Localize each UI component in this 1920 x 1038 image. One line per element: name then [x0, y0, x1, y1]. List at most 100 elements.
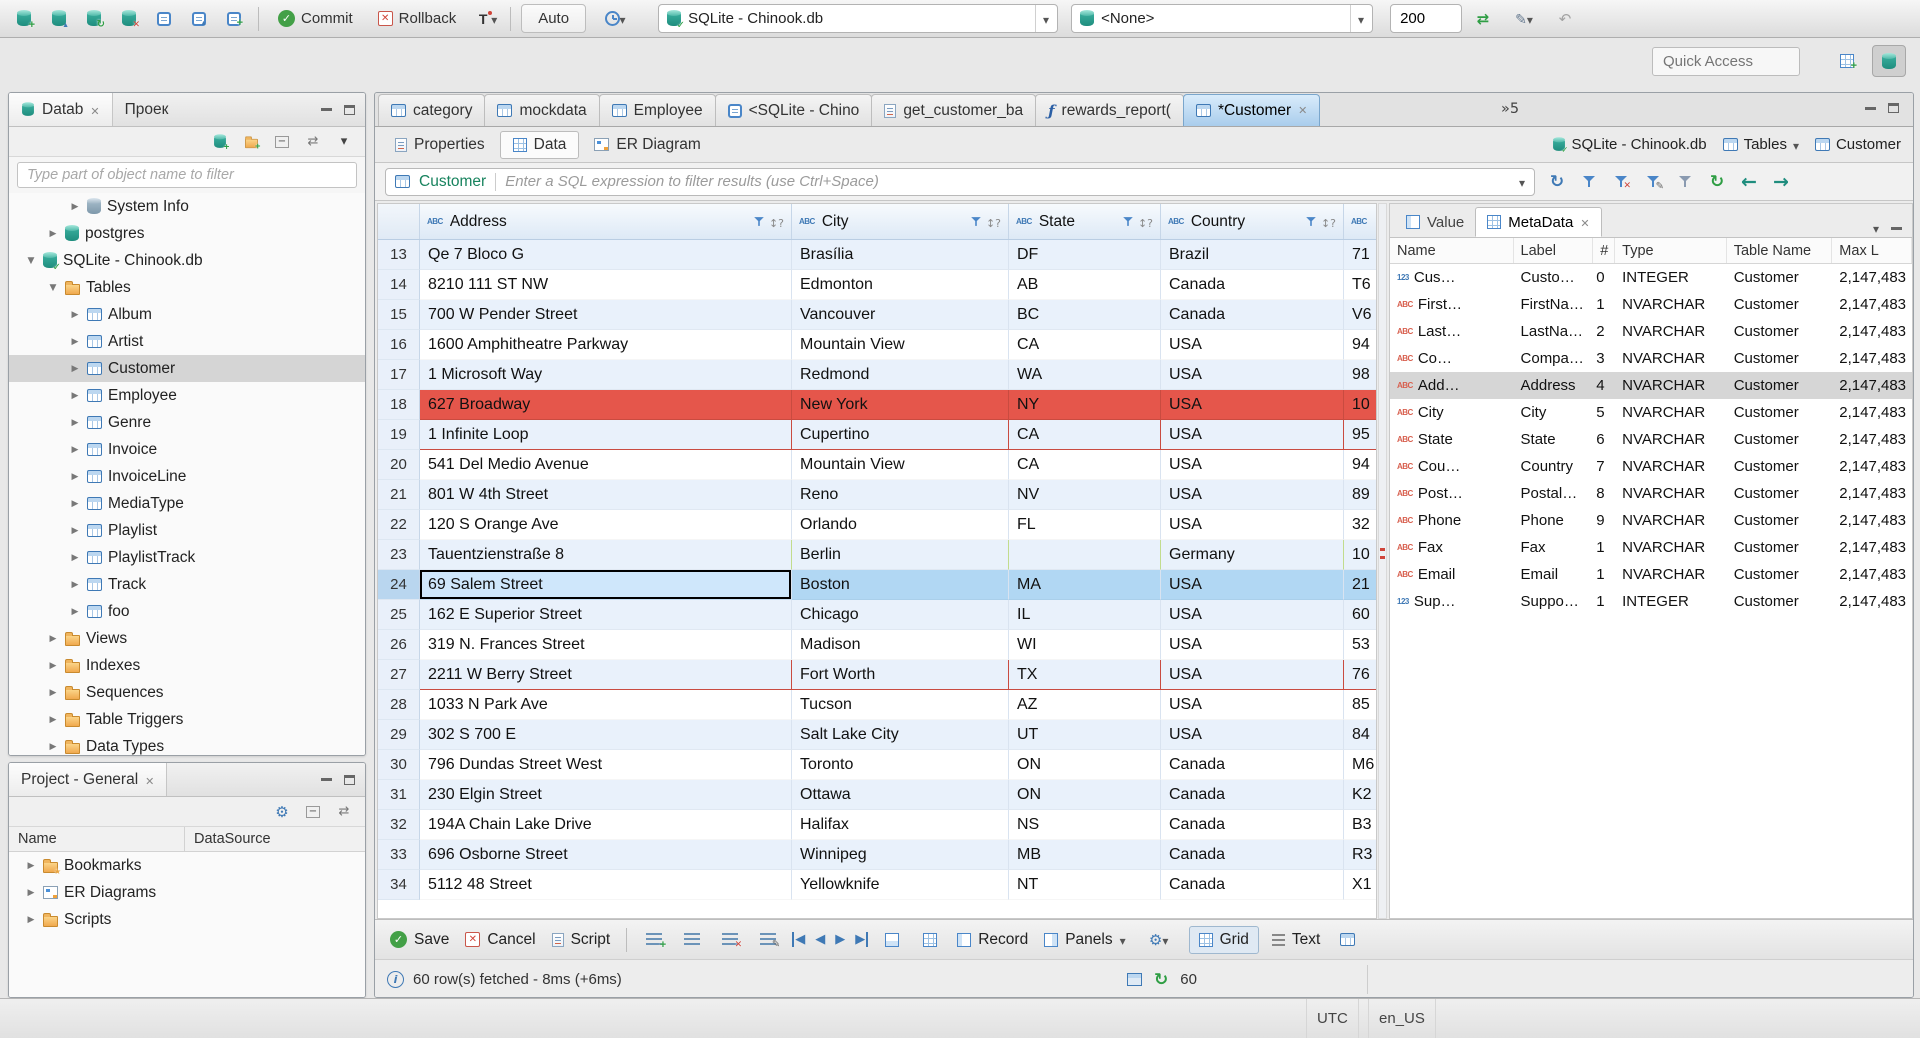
table-row[interactable]: 15 700 W Pender Street Vancouver BC Cana…: [378, 300, 1376, 330]
metadata-label-cell[interactable]: Fax: [1514, 534, 1594, 561]
commit-button[interactable]: Commit: [269, 5, 362, 33]
metadata-name-cell[interactable]: State: [1390, 426, 1514, 453]
expand-arrow-icon[interactable]: [69, 337, 81, 347]
grid-cell-state[interactable]: AZ: [1009, 690, 1161, 720]
metadata-label-cell[interactable]: FirstNa…: [1514, 291, 1594, 318]
tree-item[interactable]: Playlist: [9, 517, 365, 544]
grid-cell-address[interactable]: 2211 W Berry Street: [420, 660, 792, 690]
tree-item[interactable]: InvoiceLine: [9, 463, 365, 490]
grid-cell-address[interactable]: 627 Broadway: [420, 390, 792, 420]
metadata-table-cell[interactable]: Customer: [1727, 426, 1833, 453]
grid-cell-country[interactable]: USA: [1161, 720, 1344, 750]
tab-projects[interactable]: Проек: [113, 93, 181, 126]
auto-refresh-count[interactable]: 60: [1180, 971, 1197, 988]
metadata-row[interactable]: Co… Compa… 3 NVARCHAR Customer 2,147,483: [1390, 345, 1912, 372]
grid-cell-address[interactable]: 801 W 4th Street: [420, 480, 792, 510]
grid-cell-city[interactable]: Madison: [792, 630, 1009, 660]
grid-cell-city[interactable]: Mountain View: [792, 450, 1009, 480]
grid-cell-country[interactable]: Canada: [1161, 870, 1344, 900]
tree-item[interactable]: System Info: [9, 193, 365, 220]
grid-cell-state[interactable]: IL: [1009, 600, 1161, 630]
grid-cell-postal[interactable]: 10: [1344, 540, 1376, 570]
table-row[interactable]: 22 120 S Orange Ave Orlando FL USA 32: [378, 510, 1376, 540]
metadata-row[interactable]: Phone Phone 9 NVARCHAR Customer 2,147,48…: [1390, 507, 1912, 534]
new-connection-button[interactable]: [10, 5, 38, 33]
minimize-icon[interactable]: [321, 108, 332, 111]
panels-button[interactable]: Panels: [1041, 931, 1128, 949]
row-number-cell[interactable]: 19: [378, 420, 420, 450]
row-number-cell[interactable]: 20: [378, 450, 420, 480]
sort-indicator-icon[interactable]: [986, 213, 1001, 231]
sort-indicator-icon[interactable]: [1321, 213, 1336, 231]
row-number-cell[interactable]: 28: [378, 690, 420, 720]
metadata-label-cell[interactable]: Email: [1514, 561, 1594, 588]
context-container[interactable]: Tables: [1722, 136, 1799, 154]
row-number-cell[interactable]: 16: [378, 330, 420, 360]
open-sql-script-button[interactable]: [185, 5, 213, 33]
metadata-table-cell[interactable]: Customer: [1727, 453, 1833, 480]
table-row[interactable]: 34 5112 48 Street Yellowknife NT Canada …: [378, 870, 1376, 900]
grid-cell-postal[interactable]: R3: [1344, 840, 1376, 870]
metadata-type-cell[interactable]: NVARCHAR: [1615, 426, 1727, 453]
grid-cell-address[interactable]: 230 Elgin Street: [420, 780, 792, 810]
grid-cell-city[interactable]: Chicago: [792, 600, 1009, 630]
metadata-type-cell[interactable]: NVARCHAR: [1615, 534, 1727, 561]
metadata-name-cell[interactable]: Fax: [1390, 534, 1514, 561]
minimize-icon[interactable]: [321, 778, 332, 781]
sql-filter-input[interactable]: Customer Enter a SQL expression to filte…: [385, 167, 1535, 196]
script-button[interactable]: Script: [549, 931, 614, 949]
connection-selector[interactable]: SQLite - Chinook.db: [658, 4, 1059, 33]
grid-cell-state[interactable]: DF: [1009, 240, 1161, 270]
next-row-icon[interactable]: [835, 932, 845, 947]
undo-button[interactable]: [1551, 5, 1579, 33]
grid-cell-country[interactable]: USA: [1161, 360, 1344, 390]
grid-cell-state[interactable]: CA: [1009, 450, 1161, 480]
table-row[interactable]: 14 8210 111 ST NW Edmonton AB Canada T6: [378, 270, 1376, 300]
column-header[interactable]: Address: [420, 204, 792, 239]
expand-arrow-icon[interactable]: [47, 283, 59, 293]
row-number-cell[interactable]: 33: [378, 840, 420, 870]
metadata-name-cell[interactable]: Co…: [1390, 345, 1514, 372]
table-row[interactable]: 26 319 N. Frances Street Madison WI USA …: [378, 630, 1376, 660]
grid-cell-postal[interactable]: 53: [1344, 630, 1376, 660]
expand-arrow-icon[interactable]: [69, 418, 81, 428]
tree-item[interactable]: Sequences: [9, 679, 365, 706]
column-header-table-name[interactable]: Table Name: [1727, 238, 1833, 263]
funnel-icon[interactable]: [1305, 216, 1317, 227]
fetch-prev-icon[interactable]: [1739, 172, 1759, 192]
row-number-cell[interactable]: 13: [378, 240, 420, 270]
tree-item[interactable]: Table Triggers: [9, 706, 365, 733]
grid-cell-address[interactable]: 1 Microsoft Way: [420, 360, 792, 390]
tree-item[interactable]: foo: [9, 598, 365, 625]
open-perspective-button[interactable]: [1830, 45, 1864, 77]
row-number-cell[interactable]: 25: [378, 600, 420, 630]
grid-cell-state[interactable]: BC: [1009, 300, 1161, 330]
grid-options-button[interactable]: [1333, 926, 1361, 954]
grid-cell-city[interactable]: Salt Lake City: [792, 720, 1009, 750]
collapse-all-icon[interactable]: [273, 133, 291, 151]
grid-cell-country[interactable]: Germany: [1161, 540, 1344, 570]
grid-cell-state[interactable]: TX: [1009, 660, 1161, 690]
metadata-row[interactable]: First… FirstNa… 1 NVARCHAR Customer 2,14…: [1390, 291, 1912, 318]
table-row[interactable]: 29 302 S 700 E Salt Lake City UT USA 84: [378, 720, 1376, 750]
grid-cell-postal[interactable]: 94: [1344, 450, 1376, 480]
expand-arrow-icon[interactable]: [25, 888, 37, 898]
record-button[interactable]: Record: [954, 931, 1031, 949]
metadata-table-cell[interactable]: Customer: [1727, 264, 1833, 291]
column-header-name[interactable]: Name: [1390, 238, 1514, 263]
grid-cell-city[interactable]: Ottawa: [792, 780, 1009, 810]
database-perspective-button[interactable]: [1872, 45, 1906, 77]
editor-tab[interactable]: get_customer_ba: [871, 94, 1037, 126]
flip-layout-button[interactable]: [878, 926, 906, 954]
grid-cell-city[interactable]: Edmonton: [792, 270, 1009, 300]
row-number-cell[interactable]: 29: [378, 720, 420, 750]
view-menu-icon[interactable]: [335, 133, 353, 151]
expand-arrow-icon[interactable]: [25, 861, 37, 871]
expand-arrow-icon[interactable]: [69, 445, 81, 455]
grid-cell-address[interactable]: 700 W Pender Street: [420, 300, 792, 330]
sort-indicator-icon[interactable]: [769, 213, 784, 231]
grid-cell-postal[interactable]: 84: [1344, 720, 1376, 750]
context-connection[interactable]: SQLite - Chinook.db: [1552, 136, 1707, 155]
expand-arrow-icon[interactable]: [47, 742, 59, 752]
tree-item[interactable]: Employee: [9, 382, 365, 409]
